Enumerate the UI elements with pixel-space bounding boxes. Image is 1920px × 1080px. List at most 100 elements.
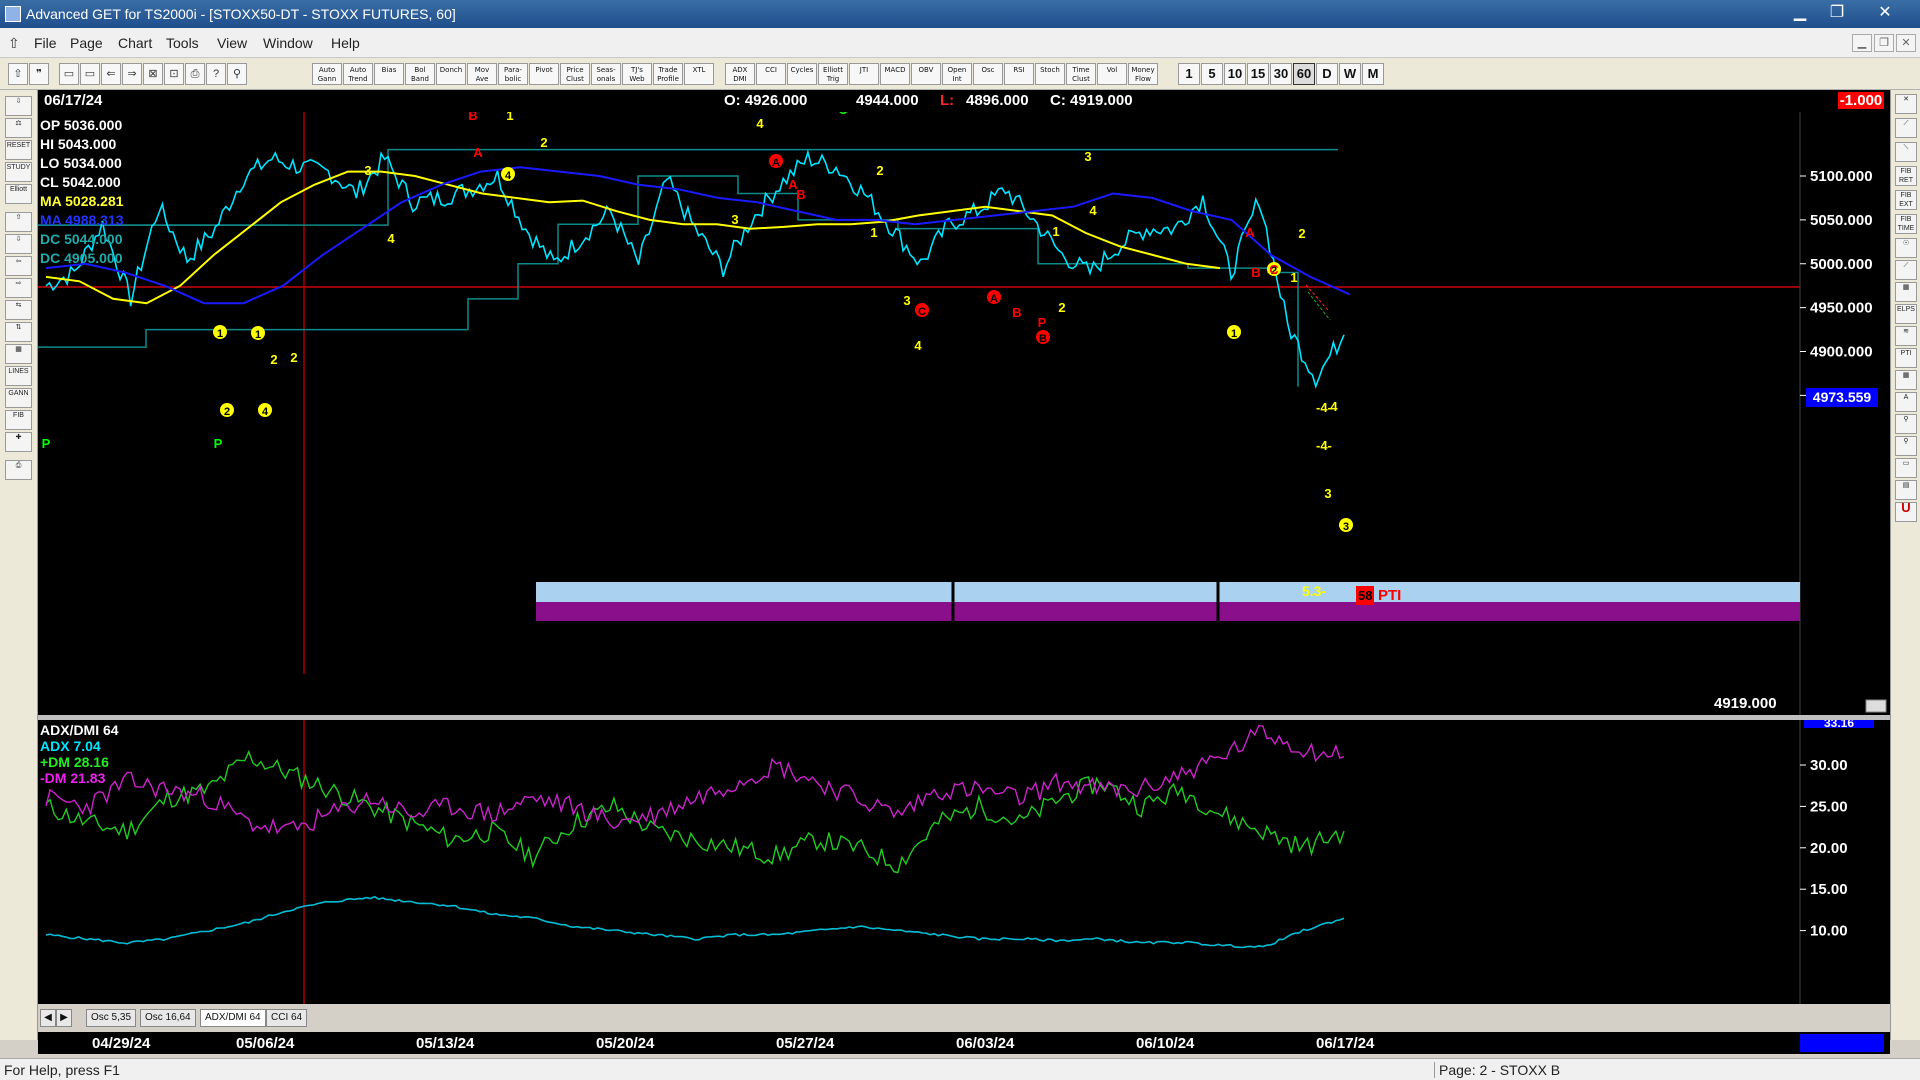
toolbar-tool-icon[interactable]: ▭ xyxy=(80,63,100,85)
left-tool-zoom-icon[interactable]: ⇩ xyxy=(5,96,32,116)
left-tool-left-arrow-icon[interactable]: ⇩ xyxy=(5,234,32,254)
left-tool-print-icon[interactable]: ✚ xyxy=(5,432,32,452)
indicator-button-auto-trend[interactable]: Auto Trend xyxy=(343,63,373,85)
right-tool-icon[interactable]: ▤ xyxy=(1895,480,1917,500)
tab-cci-64[interactable]: CCI 64 xyxy=(266,1009,308,1027)
indicator-button-vol[interactable]: Vol xyxy=(1097,63,1127,85)
left-tool-box-icon[interactable]: ⇅ xyxy=(5,322,32,342)
right-tool-icon[interactable]: U xyxy=(1895,502,1917,522)
indicator-button-para-bolic[interactable]: Para-bolic xyxy=(498,63,528,85)
menu-help[interactable]: Help xyxy=(331,35,360,51)
right-tool-icon[interactable]: ▦ xyxy=(1895,370,1917,390)
indicator-button-donch[interactable]: Donch xyxy=(436,63,466,85)
indicator-button-stoch[interactable]: Stoch xyxy=(1035,63,1065,85)
right-tool-icon[interactable]: FIB RET xyxy=(1895,166,1917,186)
left-tool-down-arrow-icon[interactable]: ⇧ xyxy=(5,212,32,232)
close-button[interactable]: ✕ xyxy=(1862,2,1908,24)
toolbar-tool-icon[interactable]: ⎙ xyxy=(185,63,205,85)
interval-button-10[interactable]: 10 xyxy=(1224,63,1246,85)
right-tool-icon[interactable]: FIB TIME xyxy=(1895,214,1917,234)
menu-window[interactable]: Window xyxy=(263,35,313,51)
mdi-close-button[interactable]: ✕ xyxy=(1896,34,1916,52)
price-chart[interactable]: 5100.000 5050.000 5000.000 4950.000 4900.000… xyxy=(38,102,1890,715)
menu-doc-icon[interactable]: ⇧ xyxy=(8,35,20,52)
left-tool-reset-icon[interactable]: ⚖ xyxy=(5,118,32,138)
indicator-button-seas-onals[interactable]: Seas-onals xyxy=(591,63,621,85)
right-tool-icon[interactable]: A xyxy=(1895,392,1917,412)
right-tool-icon[interactable]: ⚲ xyxy=(1895,414,1917,434)
left-tool-fib-icon[interactable]: GANN xyxy=(5,388,32,408)
toolbar-tool-icon[interactable]: ⇐ xyxy=(101,63,121,85)
mdi-restore-button[interactable]: ❐ xyxy=(1874,34,1894,52)
left-tool-cross-icon[interactable]: FIB xyxy=(5,410,32,430)
indicator-button-mov-ave[interactable]: Mov Ave xyxy=(467,63,497,85)
toolbar-tool-icon[interactable]: ▭ xyxy=(59,63,79,85)
interval-button-5[interactable]: 5 xyxy=(1201,63,1223,85)
right-tool-icon[interactable]: ⟋ xyxy=(1895,118,1917,138)
right-tool-icon[interactable]: ✕ xyxy=(1895,94,1917,114)
toolbar-tool-icon[interactable]: ? xyxy=(206,63,226,85)
left-tool-elliott-icon[interactable]: STUDY xyxy=(5,162,32,182)
toolbar-tool-icon[interactable]: ⊠ xyxy=(143,63,163,85)
tab-adx-dmi-64[interactable]: ADX/DMI 64 xyxy=(200,1009,266,1027)
right-tool-icon[interactable]: ≋ xyxy=(1895,326,1917,346)
interval-button-M[interactable]: M xyxy=(1362,63,1384,85)
indicator-button-time-clust[interactable]: Time Clust xyxy=(1066,63,1096,85)
indicator-button-bol-band[interactable]: Bol Band xyxy=(405,63,435,85)
right-tool-icon[interactable]: FIB EXT xyxy=(1895,190,1917,210)
right-tool-icon[interactable]: ⟍ xyxy=(1895,142,1917,162)
toolbar-tool-icon[interactable]: ⇧ xyxy=(8,63,28,85)
indicator-button-osc[interactable]: Osc xyxy=(973,63,1003,85)
indicator-button-auto-gann[interactable]: Auto Gann xyxy=(312,63,342,85)
right-tool-icon[interactable]: ▦ xyxy=(1895,282,1917,302)
indicator-button-elliott-trig[interactable]: Elliott Trig xyxy=(818,63,848,85)
right-tool-icon[interactable]: ☉ xyxy=(1895,238,1917,258)
indicator-button-obv[interactable]: OBV xyxy=(911,63,941,85)
right-tool-icon[interactable]: ⟋ xyxy=(1895,260,1917,280)
left-tool-ruler-icon[interactable]: ⇆ xyxy=(5,300,32,320)
toolbar-tool-icon[interactable]: ❞ xyxy=(29,63,49,85)
interval-button-D[interactable]: D xyxy=(1316,63,1338,85)
left-tool-gann-fan-icon[interactable]: LINES xyxy=(5,366,32,386)
tab-scroll-right-button[interactable]: ▶ xyxy=(56,1009,72,1027)
indicator-button-cycles[interactable]: Cycles xyxy=(787,63,817,85)
print-icon[interactable]: ⎙ xyxy=(5,460,32,480)
indicator-button-macd[interactable]: MACD xyxy=(880,63,910,85)
right-tool-icon[interactable]: ELPS xyxy=(1895,304,1917,324)
indicator-button-cci[interactable]: CCI xyxy=(756,63,786,85)
indicator-button-xtl[interactable]: XTL xyxy=(684,63,714,85)
menu-tools[interactable]: Tools xyxy=(166,35,199,51)
right-tool-icon[interactable]: PTI xyxy=(1895,348,1917,368)
indicator-button-trade-profile[interactable]: Trade Profile xyxy=(653,63,683,85)
toolbar-tool-icon[interactable]: ⊡ xyxy=(164,63,184,85)
menu-view[interactable]: View xyxy=(217,35,247,51)
indicator-button-bias[interactable]: Bias xyxy=(374,63,404,85)
indicator-button-tj-s-web[interactable]: TJ's Web xyxy=(622,63,652,85)
toolbar-tool-icon[interactable]: ⇒ xyxy=(122,63,142,85)
indicator-button-jti[interactable]: JTI xyxy=(849,63,879,85)
tab-osc-16-64[interactable]: Osc 16,64 xyxy=(140,1009,196,1027)
mdi-minimize-button[interactable]: ▁ xyxy=(1852,34,1872,52)
left-tool-gann-icon[interactable]: ⇨ xyxy=(5,278,32,298)
left-tool-right-arrow-icon[interactable]: ⇦ xyxy=(5,256,32,276)
indicator-chart[interactable]: 30.00 25.00 20.00 15.00 10.00 ADX/DMI 64 ADX… xyxy=(38,720,1890,1004)
interval-button-W[interactable]: W xyxy=(1339,63,1361,85)
indicator-button-adx-dmi[interactable]: ADX DMI xyxy=(725,63,755,85)
interval-button-60[interactable]: 60 xyxy=(1293,63,1315,85)
indicator-button-money-flow[interactable]: Money Flow xyxy=(1128,63,1158,85)
maximize-button[interactable]: ❐ xyxy=(1817,2,1857,24)
right-tool-icon[interactable]: ▭ xyxy=(1895,458,1917,478)
indicator-button-pivot[interactable]: Pivot xyxy=(529,63,559,85)
tab-scroll-left-button[interactable]: ◀ xyxy=(40,1009,56,1027)
indicator-button-rsi[interactable]: RSI xyxy=(1004,63,1034,85)
right-tool-icon[interactable]: ⚲ xyxy=(1895,436,1917,456)
tab-osc-5-35[interactable]: Osc 5,35 xyxy=(86,1009,137,1027)
interval-button-1[interactable]: 1 xyxy=(1178,63,1200,85)
menu-chart[interactable]: Chart xyxy=(118,35,152,51)
minimize-button[interactable]: ▁ xyxy=(1780,2,1820,24)
interval-button-30[interactable]: 30 xyxy=(1270,63,1292,85)
toolbar-tool-icon[interactable]: ⚲ xyxy=(227,63,247,85)
menu-page[interactable]: Page xyxy=(70,35,103,51)
menu-file[interactable]: File xyxy=(34,35,57,51)
indicator-button-price-clust[interactable]: Price Clust xyxy=(560,63,590,85)
